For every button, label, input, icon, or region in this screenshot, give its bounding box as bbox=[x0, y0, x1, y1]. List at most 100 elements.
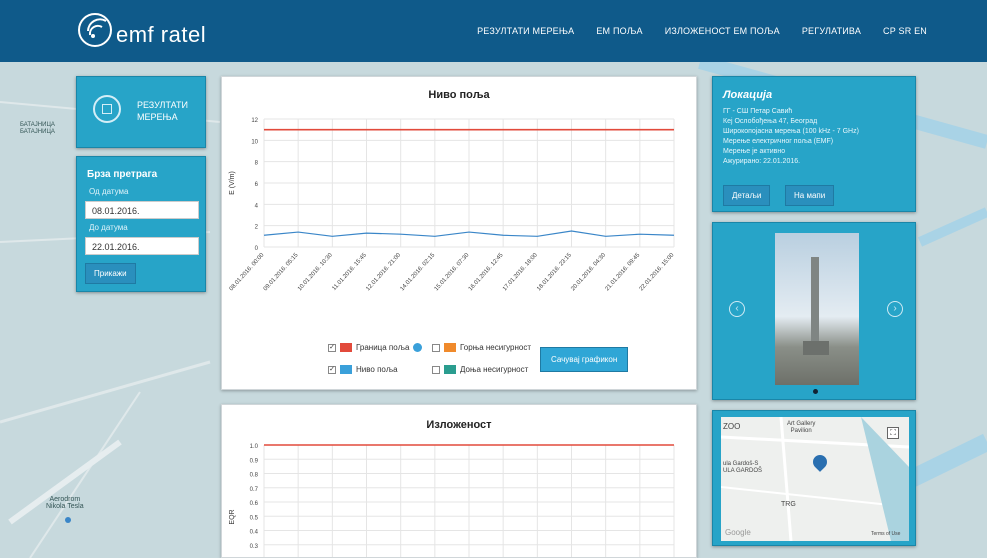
field-level-chart-card: Ниво поља 0 2 4 6 8 10 12 08.01.2016. 00:00 09.0… bbox=[221, 76, 697, 390]
y-tick-label: 4 bbox=[255, 203, 259, 209]
legend-item-limit[interactable]: ✓ Граница поља bbox=[328, 343, 423, 352]
x-tick-label: 14.01.2016. 02:15 bbox=[399, 252, 436, 292]
main-nav: РЕЗУЛТАТИ МЕРЕЊА EM ПОЉА ИЗЛОЖЕНОСТ EM П… bbox=[477, 26, 927, 36]
y-axis-label: ЕQR bbox=[229, 509, 236, 524]
field-level-chart: 0 2 4 6 8 10 12 08.01.2016. 00:0009.01.2016. 05… bbox=[229, 118, 676, 292]
location-line: ГГ - СШ Петар Савић bbox=[723, 108, 793, 115]
info-icon[interactable] bbox=[413, 343, 423, 352]
location-title: Локација bbox=[723, 89, 773, 101]
location-line: Ажурирано: 22.01.2016. bbox=[723, 158, 801, 165]
fullscreen-icon[interactable]: ⛶ bbox=[887, 427, 899, 439]
location-panel: Локација ГГ - СШ Петар Савић Кеј Ослобођ… bbox=[712, 76, 916, 212]
map-label-airport: Aerodrom Nikola Tesla bbox=[46, 496, 84, 510]
location-details: ГГ - СШ Петар Савић Кеј Ослобођења 47, Б… bbox=[723, 107, 859, 167]
x-tick-label: 18.01.2016. 23:15 bbox=[536, 252, 573, 292]
x-tick-label: 12.01.2016. 21:00 bbox=[365, 252, 402, 292]
y-tick-label: 0.7 bbox=[250, 487, 259, 493]
exposure-chart: 0.20.30.40.50.60.70.80.91.0ЕQR bbox=[229, 444, 675, 557]
legend-item-upper[interactable]: Горња несигурност bbox=[432, 343, 531, 352]
checkbox-level[interactable]: ✓ bbox=[328, 365, 336, 374]
measurement-icon bbox=[93, 95, 121, 123]
map-label-left: БАТАЈНИЦА БАТАЈНИЦА bbox=[20, 122, 55, 135]
from-date-input[interactable]: 08.01.2016. bbox=[85, 201, 199, 219]
nav-language[interactable]: CP SR EN bbox=[883, 26, 927, 36]
location-line: Мерење електричног поља (EMF) bbox=[723, 138, 834, 145]
y-tick-label: 2 bbox=[255, 225, 259, 231]
carousel-photo[interactable] bbox=[775, 233, 859, 385]
quick-search-panel: Брза претрага Од датума 08.01.2016. До д… bbox=[76, 156, 206, 292]
mini-map-label-zoo: ZOO bbox=[723, 422, 741, 431]
x-tick-label: 15.01.2016. 07:30 bbox=[434, 252, 471, 292]
photo-carousel-panel: ‹ › bbox=[712, 222, 916, 400]
checkbox-lower[interactable] bbox=[432, 365, 440, 374]
x-tick-label: 21.01.2016. 09:45 bbox=[604, 252, 641, 292]
mini-map-roads bbox=[721, 417, 909, 541]
to-date-input[interactable]: 22.01.2016. bbox=[85, 237, 199, 255]
y-tick-label: 1.0 bbox=[250, 444, 259, 450]
chart1-title: Ниво поља bbox=[428, 89, 490, 101]
legend-label-upper: Горња несигурност bbox=[460, 343, 532, 352]
y-tick-label: 0.4 bbox=[250, 530, 259, 536]
results-panel-title: РЕЗУЛТАТИ МЕРЕЊА bbox=[137, 100, 188, 122]
y-tick-label: 0.5 bbox=[250, 515, 259, 521]
wifi-logo-icon bbox=[78, 13, 112, 47]
to-date-label: До датума bbox=[89, 223, 128, 232]
show-button[interactable]: Прикажи bbox=[85, 263, 136, 284]
from-date-label: Од датума bbox=[89, 187, 129, 196]
x-tick-label: 20.01.2016. 04:30 bbox=[570, 252, 607, 292]
chevron-right-icon[interactable]: › bbox=[887, 301, 903, 317]
save-chart-button[interactable]: Сачувај графикон bbox=[540, 347, 629, 372]
location-line: Широкопојасна мерења (100 kHz - 7 GHz) bbox=[723, 128, 859, 135]
details-button[interactable]: Детаљи bbox=[723, 185, 771, 206]
legend-item-level[interactable]: ✓ Ниво поља bbox=[328, 365, 398, 374]
chart2-title: Изложеност bbox=[426, 419, 492, 431]
y-tick-label: 12 bbox=[251, 118, 258, 124]
y-tick-label: 0.8 bbox=[250, 473, 259, 479]
logo[interactable]: emf ratel bbox=[78, 8, 206, 52]
y-tick-label: 0.6 bbox=[250, 501, 259, 507]
on-map-button[interactable]: На мапи bbox=[785, 185, 835, 206]
y-tick-label: 0.3 bbox=[250, 544, 259, 550]
checkbox-limit[interactable]: ✓ bbox=[328, 343, 336, 352]
mini-map-label-gallery: Art Gallery Pavilion bbox=[787, 421, 816, 434]
checkbox-upper[interactable] bbox=[432, 343, 440, 352]
exposure-chart-card: Изложеност 0.20.30.40.50.60.70.80.91.0ЕQ… bbox=[221, 404, 697, 558]
mini-map-label-trg: TRG bbox=[781, 501, 796, 508]
x-tick-label: 11.01.2016. 15:45 bbox=[331, 252, 368, 292]
search-title: Брза претрага bbox=[87, 169, 158, 180]
legend-swatch-lower bbox=[444, 365, 456, 374]
nav-em-fields[interactable]: EM ПОЉА bbox=[596, 26, 642, 36]
mini-map[interactable]: ZOO Art Gallery Pavilion ula Gardoš-S UL… bbox=[721, 417, 909, 541]
x-tick-label: 17.01.2016. 18:00 bbox=[502, 252, 539, 292]
results-panel[interactable]: РЕЗУЛТАТИ МЕРЕЊА bbox=[76, 76, 206, 148]
y-tick-label: 10 bbox=[251, 139, 258, 145]
logo-text: emf ratel bbox=[116, 22, 207, 47]
x-tick-label: 09.01.2016. 05:15 bbox=[263, 252, 300, 292]
terms-link[interactable]: Terms of Use bbox=[871, 531, 900, 538]
nav-exposure[interactable]: ИЗЛОЖЕНОСТ EM ПОЉА bbox=[665, 26, 780, 36]
y-tick-label: 0.9 bbox=[250, 458, 259, 464]
legend-swatch-level bbox=[340, 365, 352, 374]
mini-map-panel: ZOO Art Gallery Pavilion ula Gardoš-S UL… bbox=[712, 410, 916, 546]
chevron-left-icon[interactable]: ‹ bbox=[729, 301, 745, 317]
legend-item-lower[interactable]: Доња несигурност bbox=[432, 365, 528, 374]
legend-label-limit: Граница поља bbox=[356, 343, 410, 352]
legend-swatch-upper bbox=[444, 343, 456, 352]
top-navbar: emf ratel РЕЗУЛТАТИ МЕРЕЊА EM ПОЉА ИЗЛОЖ… bbox=[0, 0, 987, 62]
legend-label-lower: Доња несигурност bbox=[460, 365, 529, 374]
google-logo: Google bbox=[725, 528, 751, 537]
y-tick-label: 0 bbox=[255, 246, 259, 252]
x-tick-label: 16.01.2016. 12:45 bbox=[468, 252, 505, 292]
x-tick-label: 22.01.2016. 15:00 bbox=[639, 252, 676, 292]
y-tick-label: 8 bbox=[255, 161, 259, 167]
mini-map-label-street: ula Gardoš-S ULA GARDOŠ bbox=[723, 461, 763, 474]
y-axis-label: E (V/m) bbox=[229, 171, 236, 195]
legend-swatch-limit bbox=[340, 343, 352, 352]
location-line: Мерење је активно bbox=[723, 148, 786, 155]
y-tick-label: 6 bbox=[255, 182, 259, 188]
location-line: Кеј Ослобођења 47, Београд bbox=[723, 118, 818, 125]
x-tick-label: 08.01.2016. 00:00 bbox=[229, 252, 266, 292]
nav-regulation[interactable]: РЕГУЛАТИВА bbox=[802, 26, 861, 36]
carousel-dot-icon[interactable] bbox=[813, 389, 818, 394]
nav-results[interactable]: РЕЗУЛТАТИ МЕРЕЊА bbox=[477, 26, 574, 36]
